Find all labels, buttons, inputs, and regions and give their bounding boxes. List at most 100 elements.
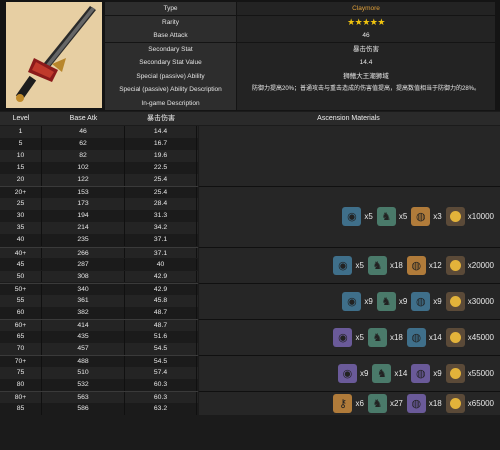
stat-value xyxy=(237,97,495,111)
material-quantity: x18 xyxy=(389,332,403,342)
material-item[interactable]: ◍ x3 xyxy=(411,207,442,227)
mob-drop-icon: ♞ xyxy=(367,255,387,275)
mora-icon xyxy=(445,364,465,383)
table-row: 40 235 37.1 xyxy=(0,234,198,247)
stat-value: 46 xyxy=(237,29,495,43)
material-quantity: x18 xyxy=(389,260,403,270)
material-item[interactable]: ♞ x5 xyxy=(376,207,408,227)
conch-icon: ◉ xyxy=(333,255,353,275)
secondary-cell: 42.9 xyxy=(125,283,197,295)
material-item[interactable]: ♞ x27 xyxy=(367,394,403,414)
material-item[interactable]: ♞ x18 xyxy=(367,255,403,275)
material-item[interactable]: ◍ x12 xyxy=(406,255,442,275)
ascension-materials: ⚷ x6 ♞ x27 ◍ x18 x65000 xyxy=(199,391,500,416)
stat-value: 防御力提高20%；普通攻击与重击造成的伤害值提高，提高数值相当于防御力的28%。 xyxy=(237,83,495,97)
material-item[interactable]: ♞ x9 xyxy=(376,291,407,311)
conch-icon: ◉ xyxy=(333,327,353,347)
base-atk-cell: 457 xyxy=(42,342,125,355)
mob-drop-icon: ♞ xyxy=(376,207,396,227)
secondary-cell: 25.4 xyxy=(125,187,197,199)
material-item[interactable]: x45000 xyxy=(445,327,494,347)
level-cell: 80 xyxy=(0,379,42,391)
stat-row: Base Attack 46 xyxy=(105,29,495,43)
material-item[interactable]: ◍ x9 xyxy=(411,364,442,383)
level-cell: 15 xyxy=(0,162,42,175)
col-secondary: 暴击伤害 xyxy=(147,115,175,122)
material-quantity: x5 xyxy=(398,212,408,222)
material-item[interactable]: ◍ x9 xyxy=(411,291,442,311)
level-cell: 1 xyxy=(0,126,42,138)
stat-row: Secondary Stat Value 14.4 xyxy=(105,56,495,70)
material-quantity: x9 xyxy=(433,296,442,306)
material-item[interactable]: ◉ x5 xyxy=(333,327,364,347)
base-atk-cell: 586 xyxy=(42,403,125,416)
secondary-cell: 60.3 xyxy=(125,392,197,403)
material-item[interactable]: ◉ x5 xyxy=(333,255,364,275)
material-quantity: x20000 xyxy=(467,260,494,270)
scroll-icon: ◍ xyxy=(411,207,431,227)
secondary-cell: 57.4 xyxy=(125,367,197,379)
material-item[interactable]: x20000 xyxy=(445,255,494,275)
material-item[interactable]: x65000 xyxy=(445,394,494,414)
secondary-cell: 22.5 xyxy=(125,162,197,175)
base-atk-cell: 563 xyxy=(42,392,125,403)
mora-icon xyxy=(445,291,465,311)
level-cell: 30 xyxy=(0,210,42,223)
base-atk-cell: 214 xyxy=(42,222,125,235)
material-quantity: x9 xyxy=(359,369,369,378)
stat-label: Secondary Stat Value xyxy=(105,56,236,70)
conch-icon: ◉ xyxy=(342,207,362,227)
secondary-cell: 42.9 xyxy=(125,270,197,283)
material-quantity: x5 xyxy=(355,332,364,342)
ascension-materials: ◉ x5 ♞ x18 ◍ x12 x20000 xyxy=(199,246,500,283)
stat-label: In-game Description xyxy=(105,97,236,111)
table-row: 60+ 414 48.7 xyxy=(0,318,198,331)
base-atk-cell: 308 xyxy=(42,270,125,283)
ascension-empty xyxy=(199,126,500,187)
material-quantity: x27 xyxy=(389,399,403,409)
table-row: 15 102 22.5 xyxy=(0,162,198,175)
material-item[interactable]: ♞ x18 xyxy=(367,327,403,347)
level-cell: 40 xyxy=(0,234,42,247)
level-cell: 80+ xyxy=(0,392,42,403)
table-row: 45 287 40 xyxy=(0,258,198,271)
material-item[interactable]: ◍ x14 xyxy=(406,327,442,347)
base-atk-cell: 46 xyxy=(42,126,125,138)
secondary-cell: 19.6 xyxy=(125,150,197,162)
table-row: 50+ 340 42.9 xyxy=(0,282,198,295)
base-atk-cell: 153 xyxy=(42,187,125,199)
material-item[interactable]: ◉ x9 xyxy=(342,291,373,311)
material-item[interactable]: x55000 xyxy=(445,364,494,383)
secondary-cell: 28.4 xyxy=(125,198,197,211)
table-row: 75 510 57.4 xyxy=(0,367,198,379)
material-quantity: x30000 xyxy=(467,296,494,306)
material-item[interactable]: ♞ x14 xyxy=(372,364,407,383)
level-cell: 70 xyxy=(0,342,42,355)
level-cell: 35 xyxy=(0,222,42,235)
secondary-cell: 37.1 xyxy=(125,234,197,247)
base-atk-cell: 82 xyxy=(42,150,125,162)
material-item[interactable]: ◍ x18 xyxy=(406,394,442,414)
secondary-cell: 45.8 xyxy=(125,294,197,307)
table-row: 80+ 563 60.3 xyxy=(0,391,198,403)
material-quantity: x12 xyxy=(428,260,442,270)
level-cell: 70+ xyxy=(0,355,42,367)
table-row: 80 532 60.3 xyxy=(0,379,198,391)
stat-label: Special (passive) Ability xyxy=(105,69,236,84)
material-item[interactable]: ◉ x9 xyxy=(337,364,369,383)
material-item[interactable]: x10000 xyxy=(445,207,494,227)
sword-icon xyxy=(6,2,102,108)
material-quantity: x6 xyxy=(355,399,364,409)
level-cell: 75 xyxy=(0,367,42,379)
base-atk-cell: 235 xyxy=(42,234,125,247)
material-item[interactable]: ◉ x5 xyxy=(342,207,373,227)
table-header: Level Base Atk 暴击伤害 Ascension Materials xyxy=(0,112,500,125)
level-cell: 45 xyxy=(0,258,42,271)
material-item[interactable]: ⚷ x6 xyxy=(333,394,364,414)
stat-label: Special (passive) Ability Description xyxy=(105,83,236,97)
material-quantity: x9 xyxy=(364,296,373,306)
material-item[interactable]: x30000 xyxy=(445,291,494,311)
mora-icon xyxy=(445,327,465,347)
secondary-cell: 31.3 xyxy=(125,210,197,223)
level-cell: 50 xyxy=(0,270,42,283)
